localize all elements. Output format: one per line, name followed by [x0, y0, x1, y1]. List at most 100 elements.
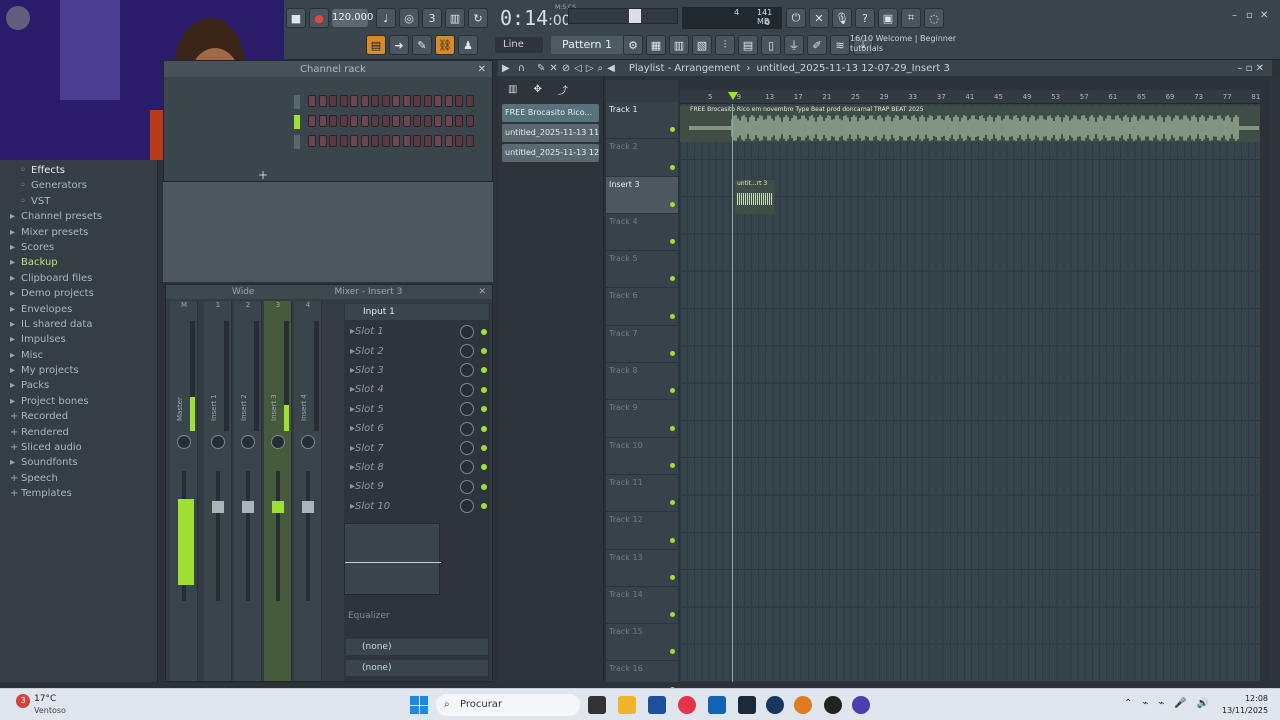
track-mute-led[interactable]	[670, 388, 675, 394]
magnet-icon[interactable]: ∩	[518, 63, 525, 74]
metronome-icon[interactable]: ♩	[376, 8, 396, 28]
step-button[interactable]	[318, 135, 327, 147]
track-header[interactable]: Track 6	[606, 288, 678, 326]
app-icon[interactable]	[824, 696, 842, 714]
track-header[interactable]: Track 4	[606, 214, 678, 252]
weather-text[interactable]: Ventoso	[34, 706, 66, 715]
browser-item[interactable]: ▸ Scores	[0, 240, 157, 255]
track-mute-led[interactable]	[670, 574, 675, 580]
step-button[interactable]	[434, 95, 442, 107]
record-button[interactable]: ●	[309, 8, 329, 28]
slot-enable-led[interactable]	[481, 483, 487, 490]
volume-fader[interactable]	[242, 471, 254, 601]
piano-roll-icon[interactable]: ▥	[669, 35, 689, 55]
step-button[interactable]	[413, 95, 421, 107]
track-mute-led[interactable]	[670, 127, 675, 133]
mixer-strip[interactable]: M Master	[170, 301, 198, 681]
small-audio-clip[interactable]: untit...rt 3	[735, 180, 775, 214]
step-button[interactable]	[413, 135, 421, 147]
mix-knob[interactable]	[460, 382, 474, 397]
fx-slot[interactable]: ▸ Slot 7	[344, 438, 490, 457]
mixer-icon[interactable]: ⫶	[715, 35, 735, 55]
close-icon[interactable]: ✕	[478, 64, 486, 75]
mic-icon[interactable]: 🎙	[832, 8, 852, 28]
arrow-icon[interactable]: ➜	[389, 35, 409, 55]
mix-knob[interactable]	[460, 479, 474, 494]
link-icon[interactable]: ⛓	[435, 35, 455, 55]
track-header[interactable]: Track 14	[606, 587, 678, 625]
track-header[interactable]: Track 5	[606, 251, 678, 289]
slot-enable-led[interactable]	[481, 445, 487, 452]
close-icon[interactable]: ✕	[478, 287, 486, 297]
step-button[interactable]	[329, 115, 337, 127]
outlook-icon[interactable]	[708, 696, 726, 714]
mixer-strip[interactable]: 1 Insert 1	[204, 301, 232, 681]
system-tray-icons[interactable]: ⌃⌁⌁🎤🔊	[1124, 698, 1219, 709]
browser-item[interactable]: ▸ Channel presets	[0, 209, 157, 224]
step-button[interactable]	[339, 135, 348, 147]
step-button[interactable]	[444, 115, 453, 127]
mix-knob[interactable]	[460, 324, 474, 339]
slot-enable-led[interactable]	[481, 425, 487, 432]
track-header[interactable]: Track 10	[606, 438, 678, 475]
browser-item[interactable]: ▸ Backup	[0, 255, 157, 270]
step-button[interactable]	[444, 95, 453, 107]
step-button[interactable]	[360, 135, 369, 147]
track-mute-led[interactable]	[670, 612, 675, 618]
chat-icon[interactable]: ◌	[924, 8, 944, 28]
step-button[interactable]	[402, 115, 411, 127]
playhead-marker[interactable]	[728, 92, 738, 100]
step-button[interactable]	[402, 135, 411, 147]
output-selector-1[interactable]: (none)	[346, 639, 488, 655]
browser-item[interactable]: ▸ Soundfonts	[0, 455, 157, 470]
clip-item[interactable]: FREE Brocasito Rico...	[502, 104, 599, 122]
steam-icon[interactable]	[766, 696, 784, 714]
step-button[interactable]	[455, 95, 463, 107]
fx-slot[interactable]: ▸ Slot 3	[344, 361, 490, 380]
fx-slot[interactable]: ▸ Slot 2	[344, 341, 490, 360]
track-header[interactable]: Track 11	[606, 475, 678, 513]
track-mute-led[interactable]	[670, 351, 675, 357]
move-icon[interactable]: ✥	[533, 84, 541, 95]
step-button[interactable]	[329, 135, 337, 147]
playlist-icon[interactable]: ▦	[646, 35, 666, 55]
track-header[interactable]: Track 15	[606, 624, 678, 662]
browser-item[interactable]: ▸ Project bones	[0, 394, 157, 409]
input-selector[interactable]: Input 1	[345, 304, 489, 320]
step-button[interactable]	[371, 95, 379, 107]
opera-icon[interactable]	[678, 696, 696, 714]
eq-graph[interactable]	[344, 523, 441, 595]
song-time[interactable]: 0:14 :00 M:S:CS	[500, 4, 576, 30]
close-icon[interactable]: ✕	[1260, 10, 1270, 21]
vertical-scrollbar[interactable]	[1270, 76, 1280, 682]
browser-item[interactable]: ◦ VST	[0, 194, 157, 209]
blend-notes-icon[interactable]: ▥	[445, 8, 465, 28]
plugin-picker-icon[interactable]: ⌗	[901, 8, 921, 28]
slot-enable-led[interactable]	[481, 464, 487, 471]
track-mute-led[interactable]	[670, 500, 675, 506]
store-icon[interactable]	[648, 696, 666, 714]
add-channel-button[interactable]: +	[258, 168, 268, 182]
step-button[interactable]	[423, 95, 432, 107]
fx-slot[interactable]: ▸ Slot 10	[344, 497, 490, 516]
step-button[interactable]	[318, 95, 327, 107]
pan-knob[interactable]	[271, 435, 285, 449]
piano-icon[interactable]: ▥	[508, 84, 517, 95]
snap-selector[interactable]: Line	[495, 37, 543, 53]
step-button[interactable]	[455, 115, 463, 127]
track-header[interactable]: Track 8	[606, 363, 678, 401]
track-mute-led[interactable]	[670, 164, 675, 170]
step-button[interactable]	[434, 115, 442, 127]
step-button[interactable]	[402, 95, 411, 107]
step-button[interactable]	[423, 135, 432, 147]
pan-knob[interactable]	[301, 435, 315, 449]
step-button[interactable]	[455, 135, 463, 147]
clock-date[interactable]: 13/11/2025	[1222, 706, 1268, 715]
weather-temp[interactable]: 17°C	[34, 694, 56, 704]
clip-item[interactable]: untitled_2025-11-13 12-...	[502, 144, 599, 162]
volume-fader[interactable]	[212, 471, 224, 601]
task-view-icon[interactable]	[588, 696, 606, 714]
track-mute-led[interactable]	[670, 239, 675, 245]
browser-item[interactable]: ▸ Misc	[0, 348, 157, 363]
step-button[interactable]	[339, 115, 348, 127]
